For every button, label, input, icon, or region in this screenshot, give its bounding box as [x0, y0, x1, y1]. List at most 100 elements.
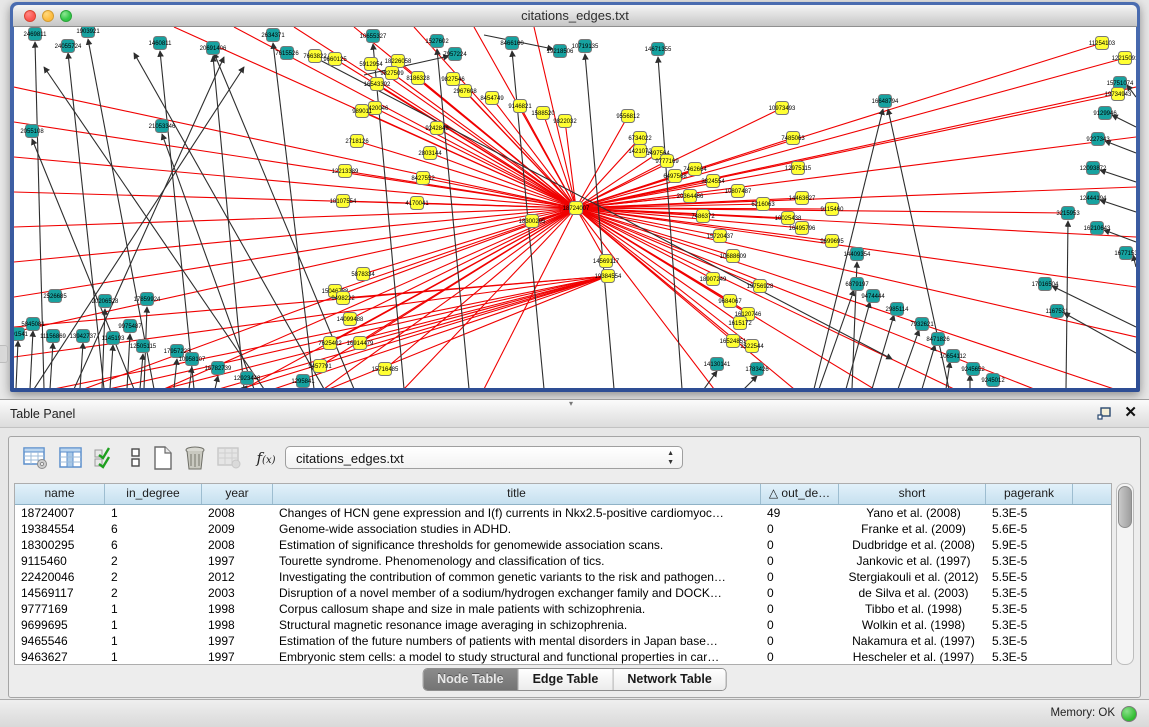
graph-edge[interactable] — [127, 334, 130, 388]
panel-collapse-arrow[interactable] — [0, 345, 8, 363]
cell-in_degree[interactable]: 1 — [105, 649, 202, 665]
cell-year[interactable]: 2012 — [202, 569, 273, 585]
cell-out_de[interactable]: 0 — [761, 601, 839, 617]
cell-name[interactable]: 18724007 — [15, 505, 105, 521]
graph-edge[interactable] — [704, 371, 717, 388]
graph-edge[interactable] — [1064, 313, 1136, 353]
graph-node[interactable]: 9827509 — [380, 67, 404, 80]
graph-node[interactable]: 10719135 — [572, 40, 599, 53]
delete-table-icon-disabled[interactable] — [215, 444, 243, 472]
cell-out_de[interactable]: 0 — [761, 553, 839, 569]
float-panel-icon[interactable] — [1097, 407, 1111, 420]
graph-node[interactable]: 9146821 — [508, 100, 532, 113]
cell-in_degree[interactable]: 6 — [105, 521, 202, 537]
graph-node[interactable]: 19734943 — [1105, 88, 1132, 101]
cell-out_de[interactable]: 0 — [761, 521, 839, 537]
graph-node[interactable]: 6879197 — [845, 278, 869, 291]
cell-short[interactable]: Tibbo et al. (1998) — [839, 601, 986, 617]
graph-node[interactable]: 1677153 — [1114, 247, 1136, 260]
graph-node[interactable]: 18107554 — [330, 195, 357, 208]
graph-edge[interactable] — [110, 345, 113, 388]
graph-node[interactable]: 8186328 — [406, 72, 430, 85]
delete-column-icon[interactable] — [181, 444, 209, 472]
cell-title[interactable]: Estimation of significance thresholds fo… — [273, 537, 761, 553]
graph-node[interactable]: 12093872 — [1080, 162, 1107, 175]
cell-short[interactable]: de Silva et al. (2003) — [839, 585, 986, 601]
graph-node[interactable]: 20691406 — [200, 42, 227, 55]
cell-out_de[interactable]: 0 — [761, 649, 839, 665]
graph-node[interactable]: 1460811 — [149, 37, 173, 50]
graph-node[interactable]: 14463627 — [789, 192, 816, 205]
function-builder-icon[interactable]: f(x) — [249, 444, 283, 472]
table-row[interactable]: 1456911722003Disruption of a novel membe… — [15, 585, 1111, 601]
table-row[interactable]: 2242004622012Investigating the contribut… — [15, 569, 1111, 585]
cell-out_de[interactable]: 49 — [761, 505, 839, 521]
table-mode-icon[interactable] — [21, 444, 49, 472]
cell-name[interactable]: 14569117 — [15, 585, 105, 601]
tab-edge-table[interactable]: Edge Table — [519, 669, 614, 690]
cell-pagerank[interactable]: 5.9E-5 — [986, 537, 1073, 553]
graph-node[interactable]: 2718126 — [345, 135, 369, 148]
table-row[interactable]: 1872400712008Changes of HCN gene express… — [15, 505, 1111, 521]
cell-name[interactable]: 9699695 — [15, 617, 105, 633]
graph-edge[interactable] — [164, 208, 576, 388]
graph-edge[interactable] — [16, 341, 18, 388]
graph-edge[interactable] — [80, 343, 83, 388]
close-panel-icon[interactable]: ✕ — [1124, 405, 1137, 421]
cell-name[interactable]: 9463627 — [15, 649, 105, 665]
graph-node[interactable]: 7957224 — [443, 48, 467, 61]
graph-edge[interactable] — [14, 87, 576, 208]
cell-in_degree[interactable]: 1 — [105, 617, 202, 633]
column-header-title[interactable]: title — [273, 484, 761, 504]
table-row[interactable]: 977716911998Corpus callosum shape and si… — [15, 601, 1111, 617]
graph-node[interactable]: 10688609 — [720, 250, 747, 263]
splitter-handle-icon[interactable]: ▾ — [565, 400, 577, 407]
graph-edge[interactable] — [898, 330, 919, 388]
graph-node[interactable]: 14671355 — [645, 43, 672, 56]
cell-in_degree[interactable]: 2 — [105, 569, 202, 585]
table-row[interactable]: 1830029562008Estimation of significance … — [15, 537, 1111, 553]
graph-node[interactable]: 11156869 — [40, 330, 66, 343]
cell-title[interactable]: Changes of HCN gene expression and I(f) … — [273, 505, 761, 521]
cell-year[interactable]: 1998 — [202, 601, 273, 617]
graph-node[interactable]: 9474444 — [861, 290, 885, 303]
graph-node[interactable]: 9556812 — [616, 110, 640, 123]
cell-title[interactable]: Structural magnetic resonance image aver… — [273, 617, 761, 633]
cell-name[interactable]: 9777169 — [15, 601, 105, 617]
cell-year[interactable]: 1997 — [202, 649, 273, 665]
graph-edge[interactable] — [362, 111, 576, 208]
cell-out_de[interactable]: 0 — [761, 617, 839, 633]
table-row[interactable]: 946554611997Estimation of the future num… — [15, 633, 1111, 649]
graph-node[interactable]: 1527602 — [425, 35, 449, 48]
cell-pagerank[interactable]: 5.3E-5 — [986, 553, 1073, 569]
column-header-year[interactable]: year — [202, 484, 273, 504]
cell-name[interactable]: 9465546 — [15, 633, 105, 649]
new-column-icon[interactable] — [149, 444, 177, 472]
table-row[interactable]: 946362711997Embryonic stem cells: a mode… — [15, 649, 1111, 665]
graph-node[interactable]: 9129946 — [1093, 107, 1117, 120]
cell-year[interactable]: 1998 — [202, 617, 273, 633]
cell-name[interactable]: 22420046 — [15, 569, 105, 585]
cell-pagerank[interactable]: 5.3E-5 — [986, 617, 1073, 633]
graph-node[interactable]: 20364486 — [677, 190, 704, 203]
show-columns-icon[interactable] — [57, 444, 85, 472]
graph-node[interactable]: 5912954 — [359, 58, 383, 71]
column-header-short[interactable]: short — [839, 484, 986, 504]
cell-out_de[interactable]: 0 — [761, 569, 839, 585]
graph-node[interactable]: 2803144 — [418, 147, 442, 160]
graph-node[interactable]: 4170041 — [405, 197, 429, 210]
graph-edge[interactable] — [213, 56, 244, 388]
citation-network-graph[interactable]: 2405572424698111903921206914061460811263… — [14, 27, 1136, 388]
cell-in_degree[interactable]: 1 — [105, 633, 202, 649]
graph-edge[interactable] — [846, 302, 870, 388]
cell-short[interactable]: Nakamura et al. (1997) — [839, 633, 986, 649]
graph-node[interactable]: 2967608 — [453, 85, 477, 98]
cell-short[interactable]: Dudbridge et al. (2008) — [839, 537, 986, 553]
cell-in_degree[interactable]: 6 — [105, 537, 202, 553]
graph-node[interactable]: 19384554 — [595, 270, 622, 283]
graph-node[interactable]: 9975487 — [118, 320, 142, 333]
cell-year[interactable]: 2008 — [202, 537, 273, 553]
graph-node[interactable]: 9245012 — [981, 374, 1005, 387]
graph-node[interactable]: 10655327 — [360, 30, 387, 43]
graph-node[interactable]: 15720437 — [707, 230, 734, 243]
